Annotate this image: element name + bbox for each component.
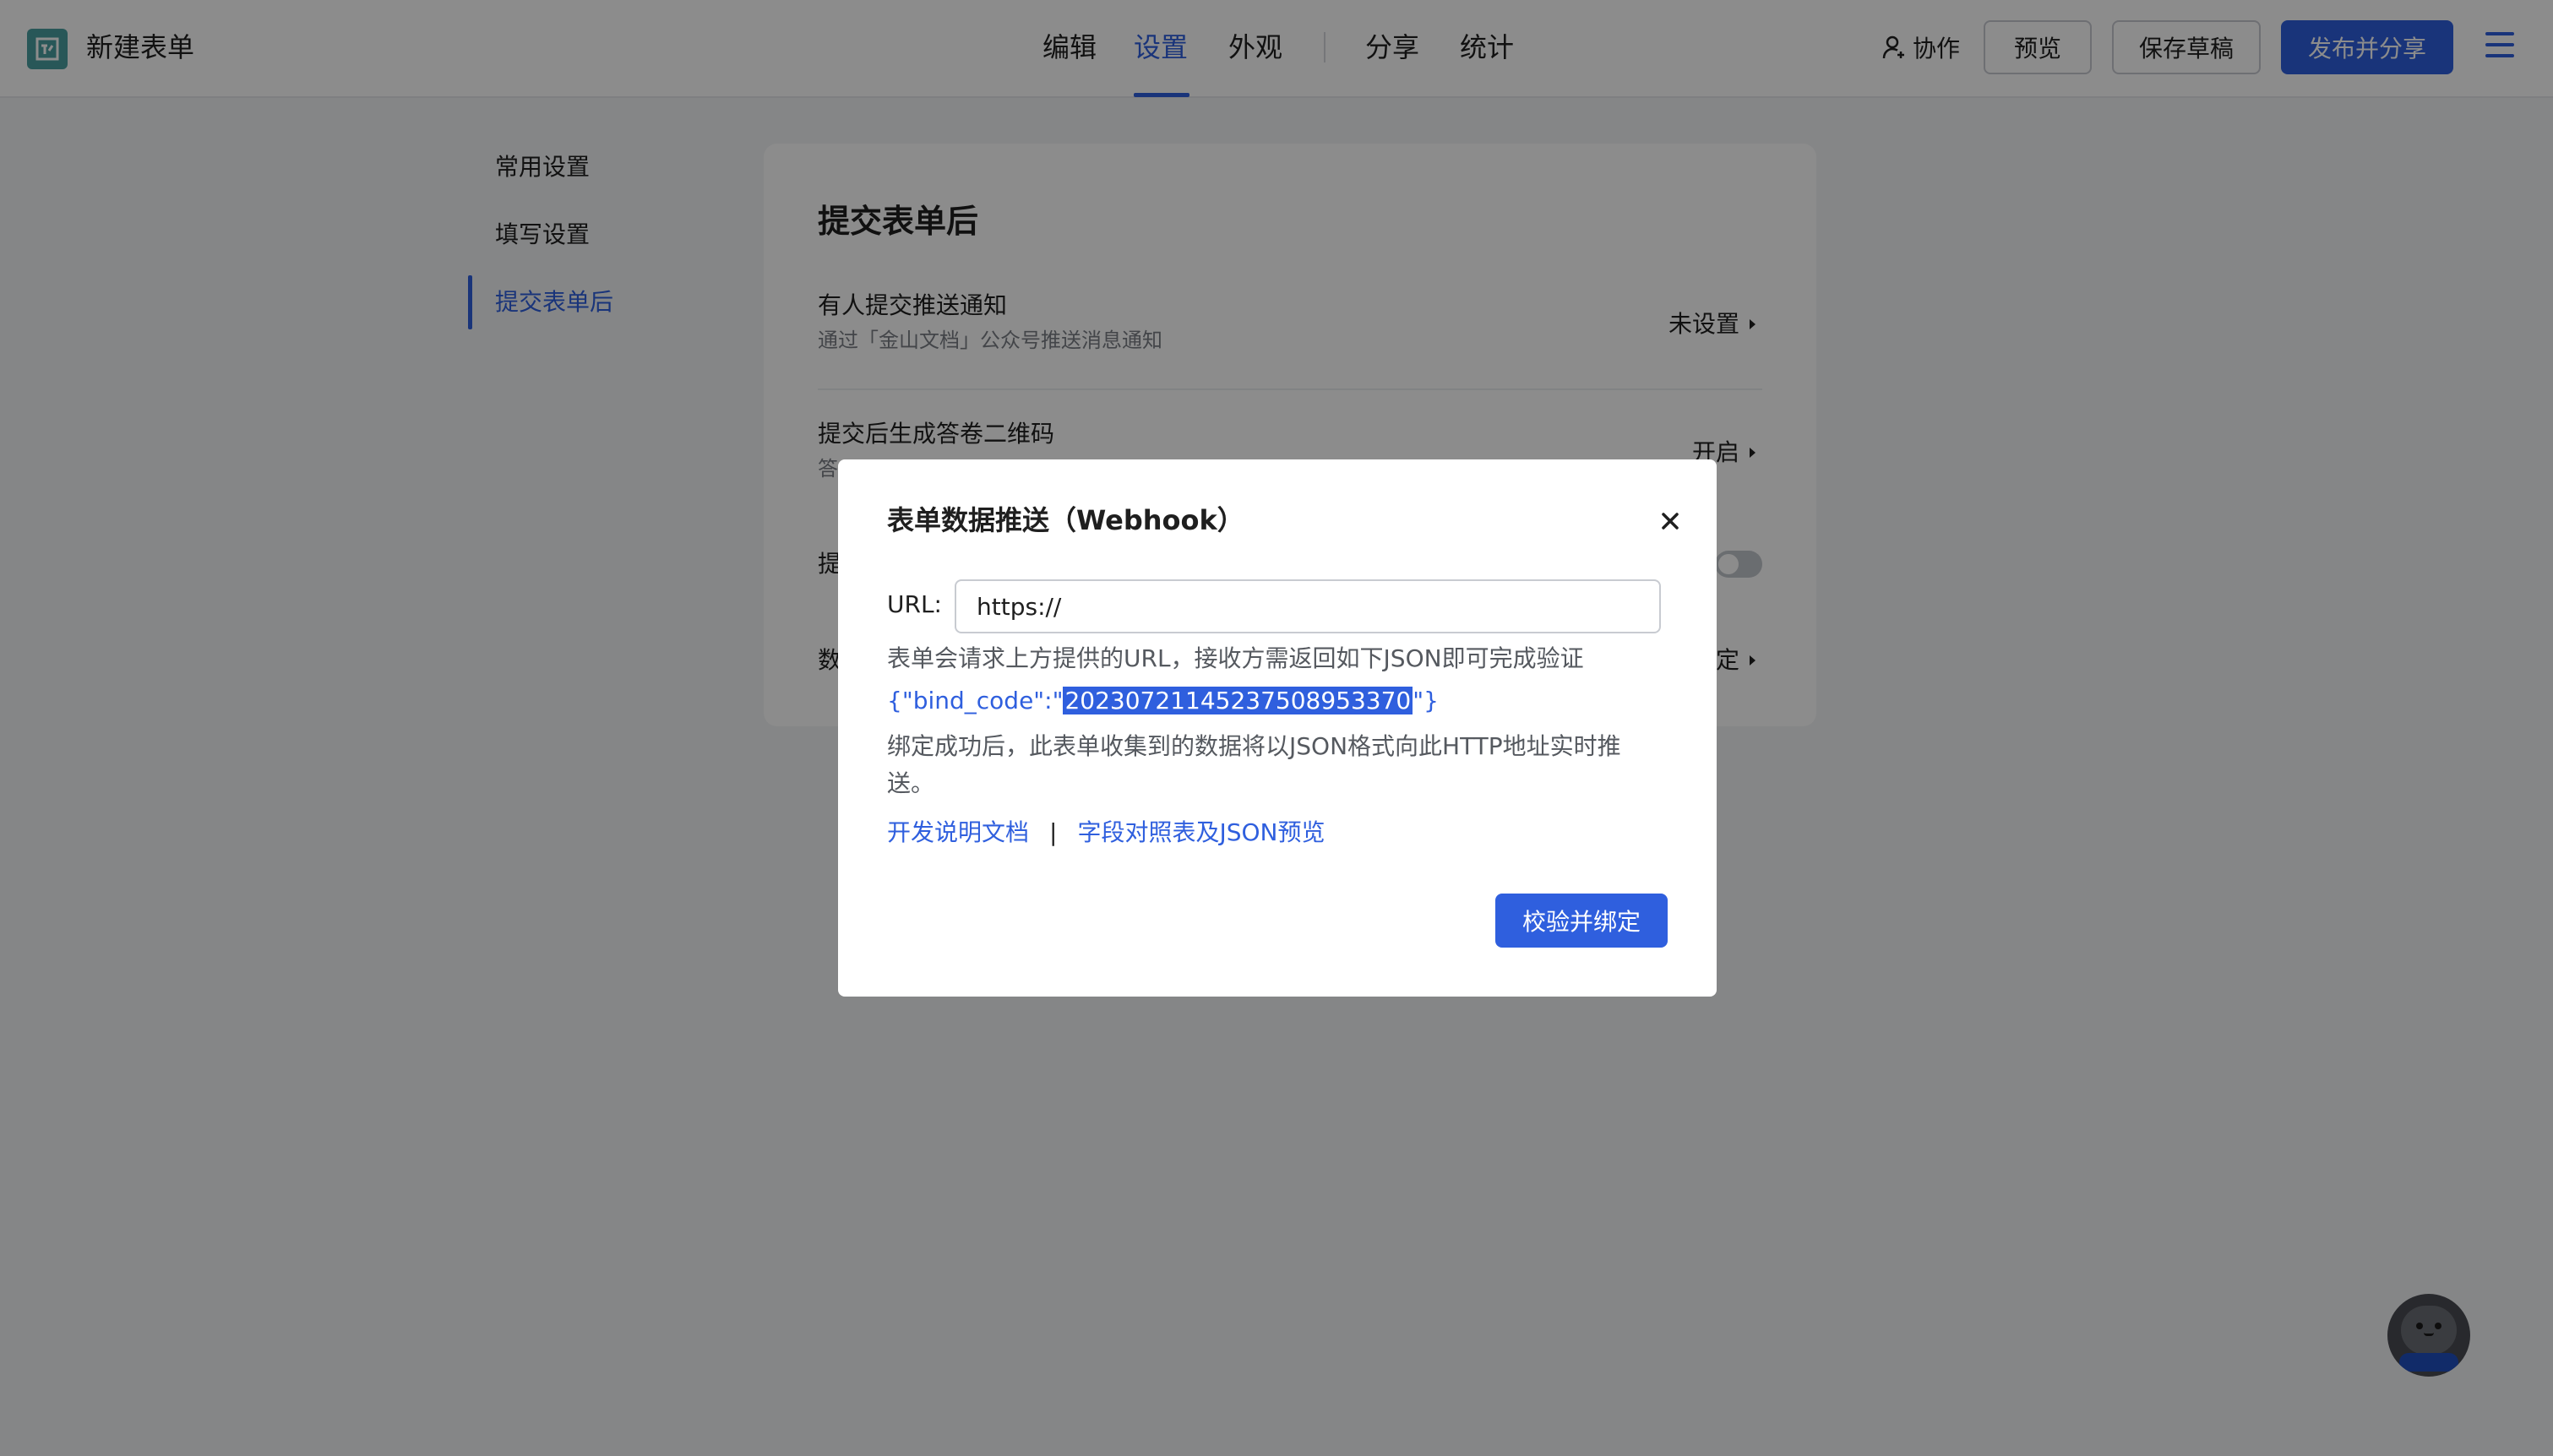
bind-code-prefix: {"bind_code":" bbox=[887, 687, 1064, 714]
bind-code-suffix: "} bbox=[1413, 687, 1439, 714]
webhook-dialog: 表单数据推送（Webhook） URL: 表单会请求上方提供的URL，接收方需返… bbox=[838, 459, 1717, 997]
url-label: URL: bbox=[887, 590, 942, 618]
close-icon[interactable] bbox=[1658, 508, 1683, 534]
bind-success-description: 绑定成功后，此表单收集到的数据将以JSON格式向此HTTP地址实时推送。 bbox=[887, 732, 1621, 797]
field-mapping-link[interactable]: 字段对照表及JSON预览 bbox=[1077, 816, 1325, 850]
bind-code-json[interactable]: {"bind_code":"20230721145237508953370"} bbox=[887, 684, 1439, 718]
link-separator: | bbox=[1049, 818, 1058, 846]
page: 新建表单 编辑 设置 外观 分享 统计 协作 预览 保存草稿 发布并分享 常用设… bbox=[0, 0, 2553, 1456]
help-links: 开发说明文档 | 字段对照表及JSON预览 bbox=[887, 816, 1325, 850]
verify-description: 表单会请求上方提供的URL，接收方需返回如下JSON即可完成验证 bbox=[887, 644, 1584, 672]
dialog-title: 表单数据推送（Webhook） bbox=[887, 504, 1244, 536]
bind-code-value[interactable]: 20230721145237508953370 bbox=[1063, 687, 1413, 714]
verify-bind-button[interactable]: 校验并绑定 bbox=[1495, 894, 1668, 948]
dev-docs-link[interactable]: 开发说明文档 bbox=[887, 816, 1029, 850]
url-input[interactable] bbox=[955, 579, 1661, 633]
